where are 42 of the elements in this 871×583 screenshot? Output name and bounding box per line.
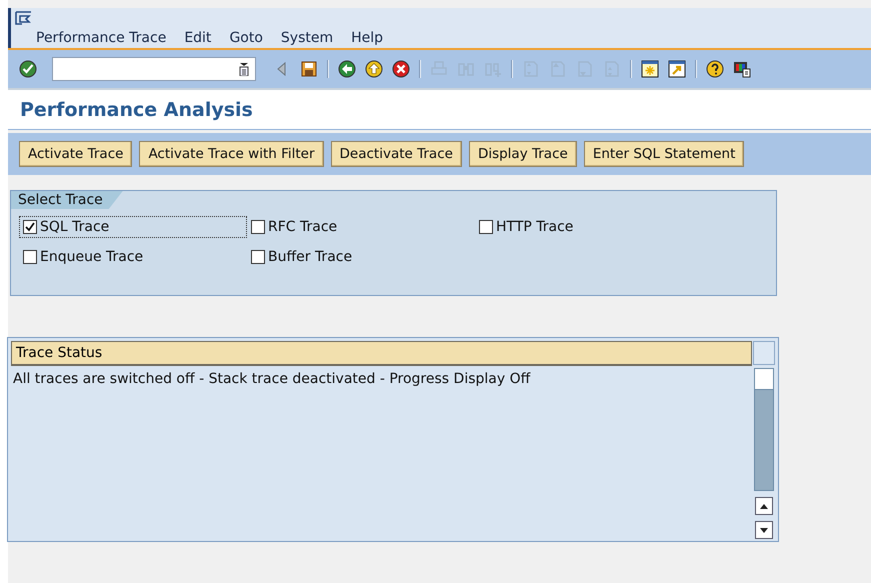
system-menu-icon[interactable] (15, 10, 33, 26)
column-header[interactable]: Trace Status (11, 341, 752, 366)
toolbar-button[interactable]: Enter SQL Statement (584, 141, 744, 167)
toolbar-button[interactable]: Deactivate Trace (330, 141, 462, 167)
checkbox[interactable] (479, 220, 493, 234)
save-icon[interactable] (300, 60, 318, 78)
command-field[interactable] (52, 57, 256, 81)
menu-item[interactable]: Goto (229, 29, 263, 47)
menu-item[interactable]: Edit (184, 29, 212, 47)
menu-item[interactable]: Help (351, 29, 384, 47)
cancel-icon[interactable] (392, 60, 410, 78)
help-icon[interactable] (706, 60, 724, 78)
scroll-down-button[interactable] (755, 521, 773, 539)
scrollbar[interactable] (754, 368, 774, 491)
monitor-icon[interactable] (733, 60, 751, 78)
checkbox-option[interactable]: RFC Trace (247, 216, 342, 238)
down-arrow-icon (759, 526, 769, 534)
group-title: Select Trace (11, 191, 123, 209)
up-arrow-icon (759, 502, 769, 510)
checkbox[interactable] (251, 250, 265, 264)
checkbox-option[interactable]: SQL Trace (19, 216, 247, 238)
back-icon[interactable] (338, 60, 356, 78)
toolbar-button[interactable]: Activate Trace with Filter (139, 141, 324, 167)
toolbar-button[interactable]: Activate Trace (19, 141, 132, 167)
checkbox-option[interactable]: Enqueue Trace (19, 246, 148, 268)
history-icon[interactable] (239, 62, 249, 76)
checkbox[interactable] (23, 220, 37, 234)
shortcut-icon[interactable] (668, 60, 686, 78)
status-text: All traces are switched off - Stack trace deactivated - Progress Display Off (12, 370, 532, 387)
enter-icon[interactable] (19, 60, 37, 78)
toolbar-button[interactable]: Display Trace (468, 141, 577, 167)
column-settings-cell (753, 341, 775, 365)
checkbox-option[interactable]: Buffer Trace (247, 246, 356, 268)
menu-item[interactable]: Performance Trace (36, 29, 166, 47)
exit-icon[interactable] (365, 60, 383, 78)
checkbox-option[interactable]: HTTP Trace (475, 216, 578, 238)
new-window-icon[interactable] (641, 60, 659, 78)
menu-item[interactable]: System (280, 29, 334, 47)
screen-title: Performance Analysis (20, 98, 253, 120)
scroll-up-button[interactable] (755, 497, 773, 515)
checkbox[interactable] (251, 220, 265, 234)
checkbox[interactable] (23, 250, 37, 264)
